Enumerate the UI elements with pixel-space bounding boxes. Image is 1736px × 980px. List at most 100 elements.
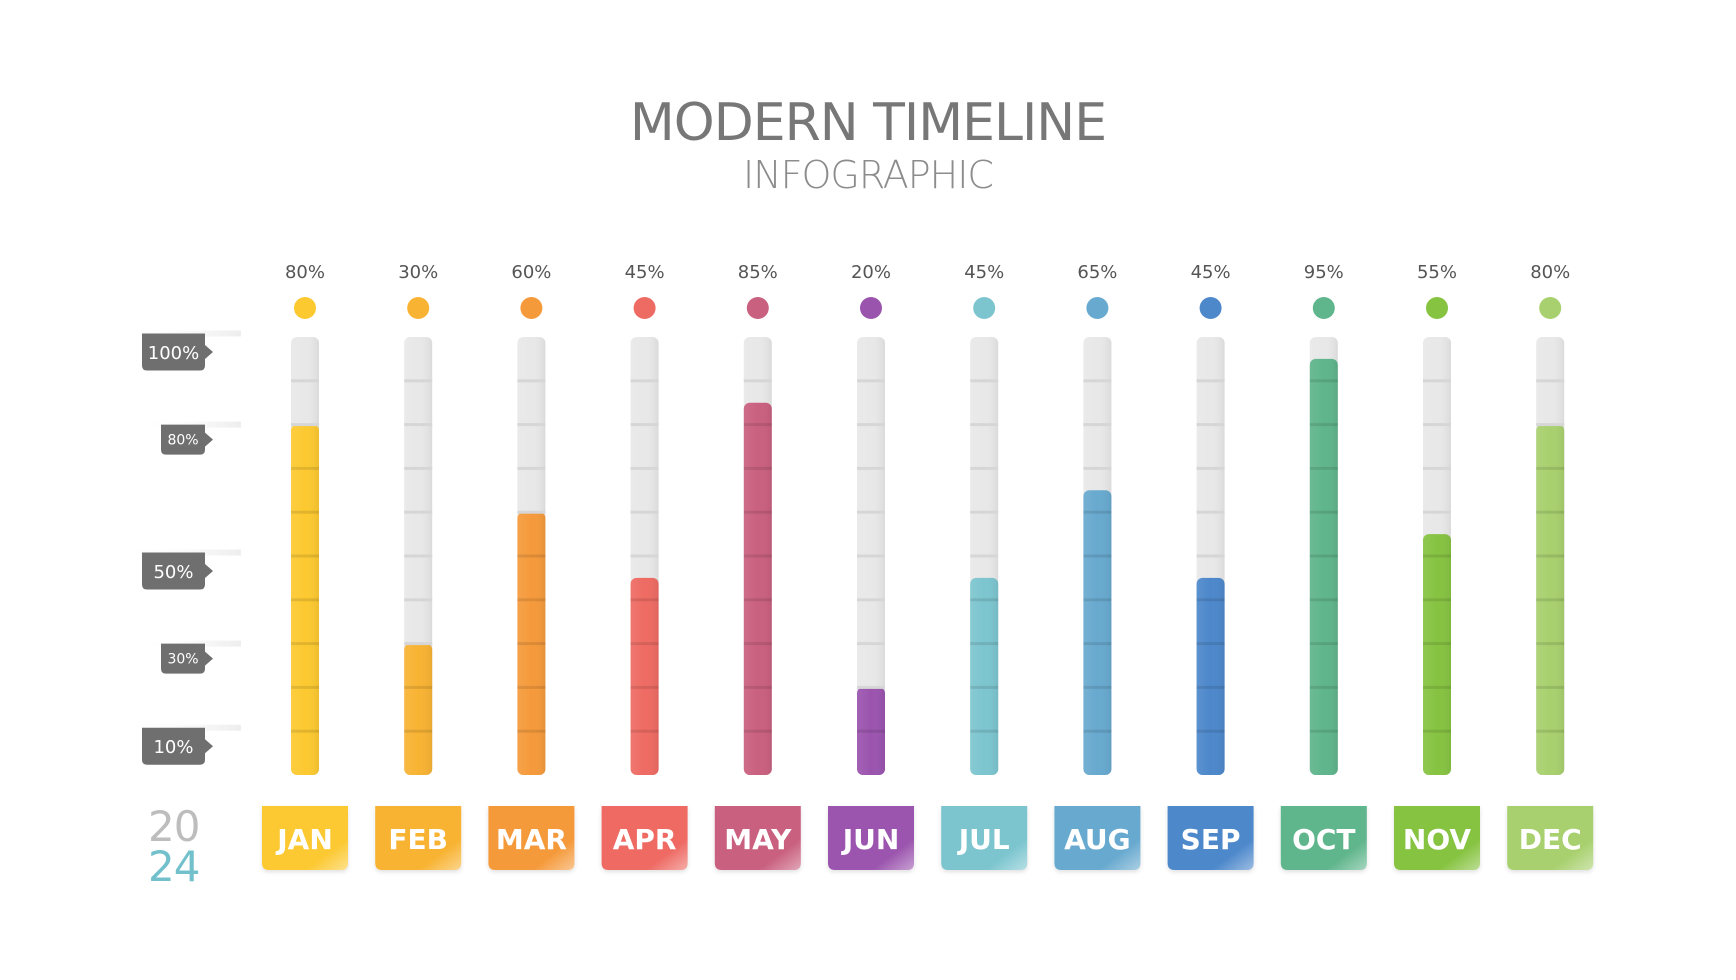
grid-tick [1196,729,1225,733]
grid-tick [1309,510,1338,514]
y-marker-tag: 80% [133,421,241,455]
grid-tick [1083,642,1112,646]
bar-fill-shade [970,577,999,775]
grid-tick [517,642,546,646]
bar-fill-shade [1309,358,1338,775]
grid-tick [291,685,319,689]
y-marker-tag: 50% [114,549,241,590]
grid-tick [743,510,772,514]
month-column-jan: 80% JAN [262,262,348,870]
grid-tick [517,598,546,602]
grid-tick [1083,685,1112,689]
grid-tick [404,642,433,646]
grid-tick [970,379,999,383]
value-label: 60% [511,262,551,283]
grid-tick [1423,510,1451,514]
tag-label: 10% [153,737,193,758]
value-dot [1539,297,1562,319]
grid-tick [1083,510,1112,514]
grid-tick [970,423,999,427]
month-label: DEC [1519,823,1582,856]
bar-fill-shade [743,402,772,775]
grid-tick [1083,729,1112,733]
grid-tick [291,466,319,470]
grid-tick [1196,554,1225,558]
grid-tick [630,423,659,427]
month-column-jul: 45% JUL [941,262,1028,870]
value-label: 85% [738,262,778,283]
grid-tick [1083,423,1112,427]
value-dot [294,297,316,319]
grid-tick [1536,729,1565,733]
value-dot [746,297,769,319]
grid-tick [970,729,999,733]
value-dot [520,297,543,319]
month-label: AUG [1064,823,1131,856]
month-column-apr: 45% APR [601,262,688,870]
grid-tick [1536,423,1565,427]
month-column-jun: 20% JUN [828,262,914,870]
value-label: 45% [964,262,1004,283]
value-dot [860,297,882,319]
value-dot [633,297,656,319]
value-label: 55% [1417,262,1457,283]
value-label: 20% [851,262,891,283]
grid-tick [1536,685,1565,689]
grid-tick [970,685,999,689]
grid-tick [1196,379,1225,383]
grid-tick [1309,466,1338,470]
grid-tick [970,598,999,602]
value-label: 30% [398,262,438,283]
grid-tick [743,729,772,733]
grid-tick [404,510,433,514]
tag-label: 80% [167,433,198,449]
grid-tick [630,729,659,733]
grid-tick [404,685,433,689]
year-label-bottom: 24 [148,842,200,891]
grid-tick [743,598,772,602]
grid-tick [857,423,885,427]
grid-tick [1196,510,1225,514]
grid-tick [517,729,546,733]
grid-tick [291,423,319,427]
grid-tick [743,379,772,383]
month-column-nov: 55% NOV [1394,262,1480,870]
grid-tick [517,510,546,514]
value-dot [407,297,430,319]
grid-tick [1423,379,1451,383]
grid-tick [291,510,319,514]
value-dot [1199,297,1222,319]
timeline-chart: 100% 80% 50% 30% 10% 80% JAN 30% FEB 60% MAR 45% AP… [114,262,1594,870]
grid-tick [1423,642,1451,646]
grid-tick [291,642,319,646]
value-dot [1426,297,1448,319]
value-label: 80% [285,262,325,283]
grid-tick [404,423,433,427]
grid-tick [743,642,772,646]
value-label: 80% [1530,262,1570,283]
grid-tick [517,466,546,470]
grid-tick [1536,554,1565,558]
grid-tick [857,685,885,689]
grid-tick [857,642,885,646]
grid-tick [1196,466,1225,470]
grid-tick [291,729,319,733]
grid-tick [291,379,319,383]
grid-tick [517,423,546,427]
grid-tick [1083,466,1112,470]
grid-tick [630,685,659,689]
tag-label: 100% [148,343,199,364]
grid-tick [1536,510,1565,514]
grid-tick [970,642,999,646]
grid-tick [1196,423,1225,427]
grid-tick [1309,554,1338,558]
y-marker-tag: 100% [114,330,241,371]
grid-tick [1309,729,1338,733]
grid-tick [1083,554,1112,558]
value-dot [1086,297,1109,319]
month-columns: 80% JAN 30% FEB 60% MAR 45% APR 85% MAY 20% JUN 45% J… [262,262,1594,870]
grid-tick [1536,598,1565,602]
grid-tick [1196,642,1225,646]
month-label: SEP [1181,823,1241,856]
grid-tick [1196,685,1225,689]
